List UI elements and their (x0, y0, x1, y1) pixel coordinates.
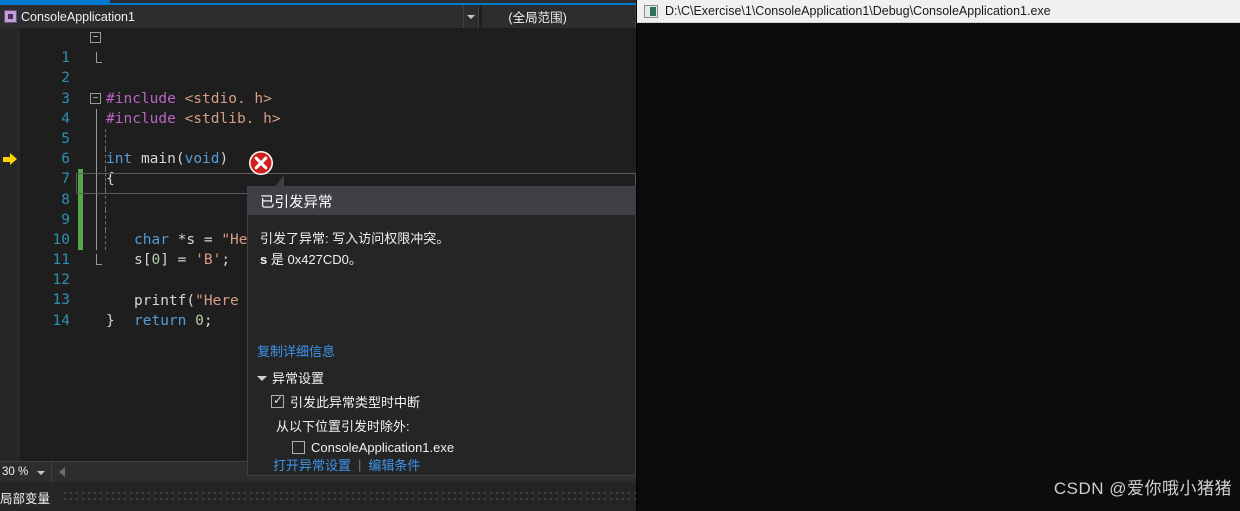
console-title-text: D:\C\Exercise\1\ConsoleApplication1\Debu… (665, 4, 1051, 18)
break-on-throw-checkbox[interactable] (271, 393, 284, 408)
code-line[interactable]: 5 { (20, 108, 636, 187)
arrow-head (10, 153, 17, 165)
indent-guide (105, 128, 106, 150)
code-line[interactable]: 6 char *s = "Hello World"; (20, 128, 636, 248)
indicator-margin[interactable] (0, 28, 20, 461)
module-exclusion-label: ConsoleApplication1.exe (311, 440, 455, 455)
navigation-bar: ConsoleApplication1 (全局范围) (0, 5, 636, 28)
project-scope-dropdown[interactable]: ConsoleApplication1 (0, 5, 480, 28)
panel-grid-placeholder (62, 490, 636, 500)
outline-guide (96, 128, 97, 150)
exception-settings-header[interactable]: 异常设置 (257, 368, 454, 387)
code-line[interactable]: 4 − int main(void) (20, 89, 636, 167)
code-line[interactable]: 1 − #include <stdio. h> (20, 28, 636, 107)
outline-guide (96, 149, 97, 170)
module-exclusion-row[interactable]: ConsoleApplication1.exe (292, 440, 454, 455)
outline-bracket (96, 52, 102, 64)
outline-guide (96, 209, 97, 230)
watermark-text: CSDN @爱你哦小猪猪 (1053, 479, 1232, 498)
module-exclusion-checkbox[interactable] (292, 441, 305, 454)
zoom-level-dropdown[interactable]: 30 % (0, 461, 52, 483)
exception-message-line2: s 是 0x427CD0。 (260, 250, 623, 270)
locals-panel: 局部变量 (0, 482, 636, 511)
zoom-level-label: 30 % (2, 466, 29, 478)
indent-guide (105, 149, 106, 170)
error-circle-x-icon (249, 151, 273, 175)
code-line[interactable]: 2 #include <stdlib. h> (20, 48, 636, 127)
exception-dialog-title: 已引发异常 (248, 187, 635, 215)
break-on-throw-label: 引发此异常类型时中断 (290, 395, 421, 410)
chevron-down-icon (37, 470, 45, 475)
console-title-bar[interactable]: D:\C\Exercise\1\ConsoleApplication1\Debu… (637, 0, 1240, 23)
console-window[interactable]: D:\C\Exercise\1\ConsoleApplication1\Debu… (636, 0, 1240, 511)
member-scope-label: (全局范围) (508, 11, 567, 25)
project-scope-chevron[interactable] (463, 5, 478, 28)
console-output-area[interactable] (637, 23, 1240, 511)
exception-settings-label: 异常设置 (272, 371, 325, 386)
outline-bracket (96, 254, 102, 266)
collapse-outline-icon[interactable]: − (90, 92, 101, 104)
code-line-current[interactable]: 7 s[0] = 'B'; (20, 149, 636, 268)
exception-message-line1: 引发了异常: 写入访问权限冲突。 (260, 231, 450, 246)
collapse-outline-icon[interactable]: − (90, 32, 101, 43)
member-scope-dropdown[interactable]: (全局范围) (481, 5, 636, 28)
code-text: return 0; (134, 312, 213, 329)
indent-guide (105, 209, 106, 230)
exception-variable-value: 是 0x427CD0。 (267, 252, 362, 267)
copy-details-link[interactable]: 复制详细信息 (257, 341, 335, 360)
except-when-thrown-from-label: 从以下位置引发时除外: (276, 419, 410, 434)
console-window-icon (644, 4, 658, 18)
exception-dialog-body: 引发了异常: 写入访问权限冲突。 s 是 0x427CD0。 (248, 215, 635, 270)
exception-thrown-dialog[interactable]: 已引发异常 引发了异常: 写入访问权限冲突。 s 是 0x427CD0。 复制详… (247, 186, 636, 476)
code-line[interactable]: 3 (20, 68, 636, 107)
line-number: 14 (52, 312, 70, 329)
outline-guide (96, 108, 97, 129)
link-separator: | (358, 457, 362, 472)
edit-conditions-link[interactable]: 编辑条件 (368, 455, 420, 474)
project-icon (4, 10, 17, 23)
outline-guide (96, 229, 97, 251)
screen-root: ConsoleApplication1 (全局范围) 1 − #include … (0, 0, 1240, 511)
project-scope-label: ConsoleApplication1 (21, 9, 135, 24)
break-on-throw-row[interactable]: 引发此异常类型时中断 (271, 392, 454, 411)
locals-panel-title: 局部变量 (0, 492, 51, 506)
scroll-left-arrow-icon[interactable] (59, 467, 65, 477)
expander-triangle-icon[interactable] (257, 376, 267, 381)
exception-settings-group: 异常设置 引发此异常类型时中断 从以下位置引发时除外: ConsoleAppli… (257, 368, 454, 455)
indent-guide (105, 229, 106, 251)
exception-dialog-links: 打开异常设置 | 编辑条件 (273, 455, 420, 474)
open-exception-settings-link[interactable]: 打开异常设置 (273, 455, 351, 474)
chevron-down-icon (467, 14, 476, 19)
